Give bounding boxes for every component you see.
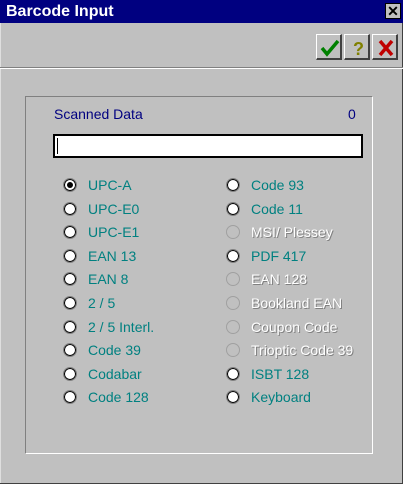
radio-button[interactable] (63, 225, 77, 240)
radio-label: Code 93 (251, 177, 304, 193)
radio-option-code-11[interactable]: Code 11 (226, 200, 303, 218)
scanned-data-input[interactable] (53, 134, 363, 158)
svg-text:?: ? (353, 39, 364, 58)
radio-button[interactable] (226, 178, 240, 192)
text-cursor (57, 138, 58, 154)
radio-option-trioptic-code-39: Trioptic Code 39 (226, 341, 353, 359)
radio-option-ean-8[interactable]: EAN 8 (63, 270, 128, 288)
cancel-button[interactable] (372, 34, 398, 60)
radio-option-code-93[interactable]: Code 93 (226, 176, 304, 194)
toolbar-divider (0, 67, 403, 69)
radio-option-bookland-ean: Bookland EAN (226, 294, 342, 312)
radio-button[interactable] (63, 248, 77, 263)
radio-label: EAN 13 (88, 247, 137, 264)
radio-button[interactable] (63, 319, 77, 334)
radio-option-code-39[interactable]: Code 39 (63, 341, 141, 359)
radio-label: Coupon Code (251, 318, 338, 335)
radio-button[interactable] (63, 201, 77, 216)
radio-label: Code 39 (88, 342, 141, 359)
ok-button[interactable] (316, 34, 342, 60)
radio-label: MSI/ Plessey (251, 224, 333, 241)
radio-button[interactable] (63, 272, 77, 287)
radio-option-isbt-128[interactable]: ISBT 128 (226, 365, 309, 383)
radio-button (226, 225, 240, 240)
radio-label: UPC-A (88, 177, 132, 193)
radio-button[interactable] (63, 343, 77, 358)
radio-option-upc-a[interactable]: UPC-A (63, 176, 132, 194)
radio-button[interactable] (63, 296, 77, 310)
scan-count: 0 (348, 106, 356, 122)
radio-button[interactable] (63, 390, 77, 405)
radio-label: Code 11 (251, 200, 303, 217)
radio-label: PDF 417 (251, 247, 307, 264)
help-button[interactable]: ? (344, 34, 370, 60)
radio-button (226, 296, 240, 310)
radio-option-upc-e1[interactable]: UPC-E1 (63, 223, 139, 241)
radio-label: Trioptic Code 39 (251, 342, 354, 359)
radio-button[interactable] (63, 366, 77, 381)
radio-button[interactable] (226, 248, 240, 263)
radio-option-msi-plessey: MSI/ Plessey (226, 223, 333, 241)
radio-label: UPC-E1 (88, 224, 140, 241)
radio-label: 2 / 5 (88, 295, 116, 311)
close-icon: ✕ (387, 3, 399, 19)
radio-option-2-5-interl[interactable]: 2 / 5 Interl. (63, 318, 154, 336)
radio-label: UPC-E0 (88, 200, 140, 217)
checkmark-icon (320, 39, 340, 57)
radio-option-upc-e0[interactable]: UPC-E0 (63, 200, 139, 218)
radio-label: EAN 128 (251, 271, 308, 288)
scanned-data-label: Scanned Data (54, 106, 143, 122)
close-button[interactable]: ✕ (385, 3, 401, 19)
window-title: Barcode Input (6, 3, 114, 20)
radio-label: Codabar (88, 365, 142, 382)
radio-option-coupon-code: Coupon Code (226, 318, 337, 336)
radio-option-ean-13[interactable]: EAN 13 (63, 247, 136, 265)
radio-option-pdf-417[interactable]: PDF 417 (226, 247, 306, 265)
radio-button (226, 343, 240, 358)
question-mark-icon: ? (353, 39, 364, 58)
radio-label: Keyboard (251, 389, 311, 406)
radio-button (226, 319, 240, 334)
radio-button[interactable] (226, 390, 240, 405)
radio-selected-dot (67, 182, 73, 188)
radio-option-keyboard[interactable]: Keyboard (226, 388, 311, 406)
radio-label: 2 / 5 Interl. (88, 318, 155, 335)
radio-option-2-5[interactable]: 2 / 5 (63, 294, 115, 312)
radio-label: ISBT 128 (251, 365, 310, 382)
radio-label: Bookland EAN (251, 295, 343, 311)
radio-label: EAN 8 (88, 271, 129, 288)
radio-option-ean-128: EAN 128 (226, 270, 307, 288)
radio-label: Code 128 (88, 389, 149, 406)
radio-button[interactable] (63, 178, 77, 192)
x-icon (378, 39, 394, 57)
barcode-input-dialog: Barcode Input ✕ ? Scanned Data 0 UPC-A UP… (0, 0, 403, 484)
radio-button (226, 272, 240, 287)
radio-button[interactable] (226, 201, 240, 216)
title-bar[interactable]: Barcode Input ✕ (0, 0, 403, 23)
radio-button[interactable] (226, 366, 240, 381)
radio-option-codabar[interactable]: Codabar (63, 365, 142, 383)
radio-option-code-128[interactable]: Code 128 (63, 388, 149, 406)
